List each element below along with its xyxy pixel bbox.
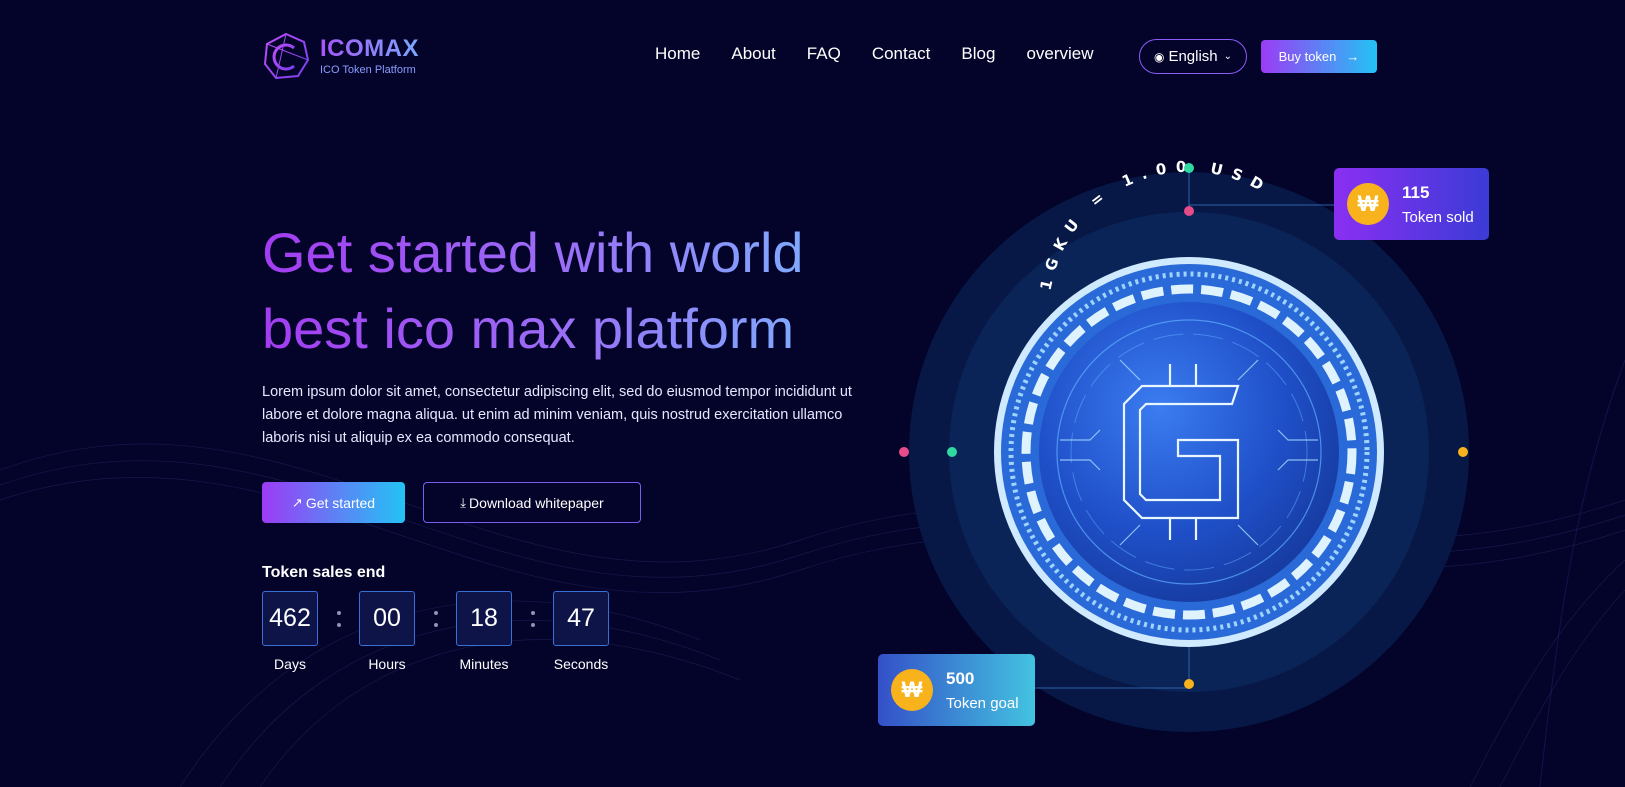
main-nav: Home About FAQ Contact Blog overview bbox=[655, 44, 1125, 64]
language-select[interactable]: ◉ English ⌄ bbox=[1139, 39, 1247, 74]
token-goal-card: ₩ 500 Token goal bbox=[878, 654, 1035, 726]
orbit-dot bbox=[1458, 447, 1468, 457]
countdown-minutes: 18 Minutes bbox=[456, 591, 512, 672]
arrow-right-icon: → bbox=[1346, 49, 1360, 64]
orbit-dot bbox=[1184, 679, 1194, 689]
language-label: English bbox=[1168, 48, 1218, 65]
nav-overview[interactable]: overview bbox=[1026, 44, 1093, 64]
brand-logo[interactable]: ICOMAX ICO Token Platform bbox=[262, 32, 419, 80]
countdown-seconds: 47 Seconds bbox=[553, 591, 609, 672]
get-started-label: Get started bbox=[305, 494, 376, 511]
nav-blog[interactable]: Blog bbox=[961, 44, 995, 64]
brand-tagline: ICO Token Platform bbox=[320, 64, 416, 76]
countdown-days: 462 Days bbox=[262, 591, 318, 672]
arrow-up-right-icon: ↗ bbox=[291, 494, 303, 510]
countdown-separator bbox=[512, 591, 553, 646]
coin-face bbox=[1039, 302, 1339, 602]
countdown-minutes-label: Minutes bbox=[459, 656, 509, 672]
chevron-down-icon: ⌄ bbox=[1223, 51, 1233, 62]
nav-contact[interactable]: Contact bbox=[872, 44, 931, 64]
countdown-days-label: Days bbox=[274, 656, 306, 672]
countdown-hours-label: Hours bbox=[368, 656, 406, 672]
hero-title-line1: Get started with world bbox=[262, 221, 804, 284]
orbit-dot bbox=[947, 447, 957, 457]
download-icon: ⤓ bbox=[460, 494, 467, 510]
hero-title: Get started with world best ico max plat… bbox=[262, 215, 862, 367]
countdown-hours-value: 00 bbox=[359, 591, 415, 646]
orbit-dot bbox=[1184, 206, 1194, 216]
countdown-days-value: 462 bbox=[262, 591, 318, 646]
hero-section: Get started with world best ico max plat… bbox=[262, 215, 862, 450]
won-coin-icon: ₩ bbox=[891, 669, 933, 711]
token-sold-card: ₩ 115 Token sold bbox=[1334, 168, 1489, 240]
logo-icon bbox=[263, 32, 310, 80]
countdown-seconds-value: 47 bbox=[553, 591, 609, 646]
countdown-separator bbox=[318, 591, 359, 646]
hero-actions: ↗ Get started ⤓ Download whitepaper bbox=[262, 482, 641, 523]
token-sold-value: 115 bbox=[1402, 182, 1430, 202]
countdown-timer: 462 Days 00 Hours 18 Minutes 47 Seconds bbox=[262, 591, 609, 672]
token-sales-countdown: Token sales end 462 Days 00 Hours 18 Min… bbox=[262, 564, 609, 672]
nav-home[interactable]: Home bbox=[655, 44, 700, 64]
countdown-title: Token sales end bbox=[262, 564, 386, 581]
globe-icon: ◉ bbox=[1153, 49, 1165, 64]
won-coin-icon: ₩ bbox=[1347, 183, 1389, 225]
orbit-dot bbox=[899, 447, 909, 457]
token-goal-value: 500 bbox=[946, 668, 975, 688]
orbit-dot bbox=[1184, 163, 1194, 173]
token-goal-label: Token goal bbox=[946, 694, 1019, 712]
countdown-hours: 00 Hours bbox=[359, 591, 415, 672]
nav-about[interactable]: About bbox=[731, 44, 775, 64]
hero-description: Lorem ipsum dolor sit amet, consectetur … bbox=[262, 384, 852, 446]
countdown-separator bbox=[415, 591, 456, 646]
brand-name: ICOMAX bbox=[320, 35, 419, 62]
countdown-seconds-label: Seconds bbox=[553, 656, 609, 672]
site-header: ICOMAX ICO Token Platform Home About FAQ… bbox=[0, 0, 1625, 112]
buy-token-button[interactable]: Buy token → bbox=[1261, 40, 1377, 73]
nav-faq[interactable]: FAQ bbox=[807, 44, 841, 64]
get-started-button[interactable]: ↗ Get started bbox=[262, 482, 405, 523]
buy-token-label: Buy token bbox=[1278, 49, 1337, 64]
download-whitepaper-label: Download whitepaper bbox=[469, 494, 604, 511]
countdown-minutes-value: 18 bbox=[456, 591, 512, 646]
token-sold-label: Token sold bbox=[1402, 208, 1474, 226]
hero-title-line2: best ico max platform bbox=[262, 297, 795, 360]
download-whitepaper-button[interactable]: ⤓ Download whitepaper bbox=[423, 482, 641, 523]
